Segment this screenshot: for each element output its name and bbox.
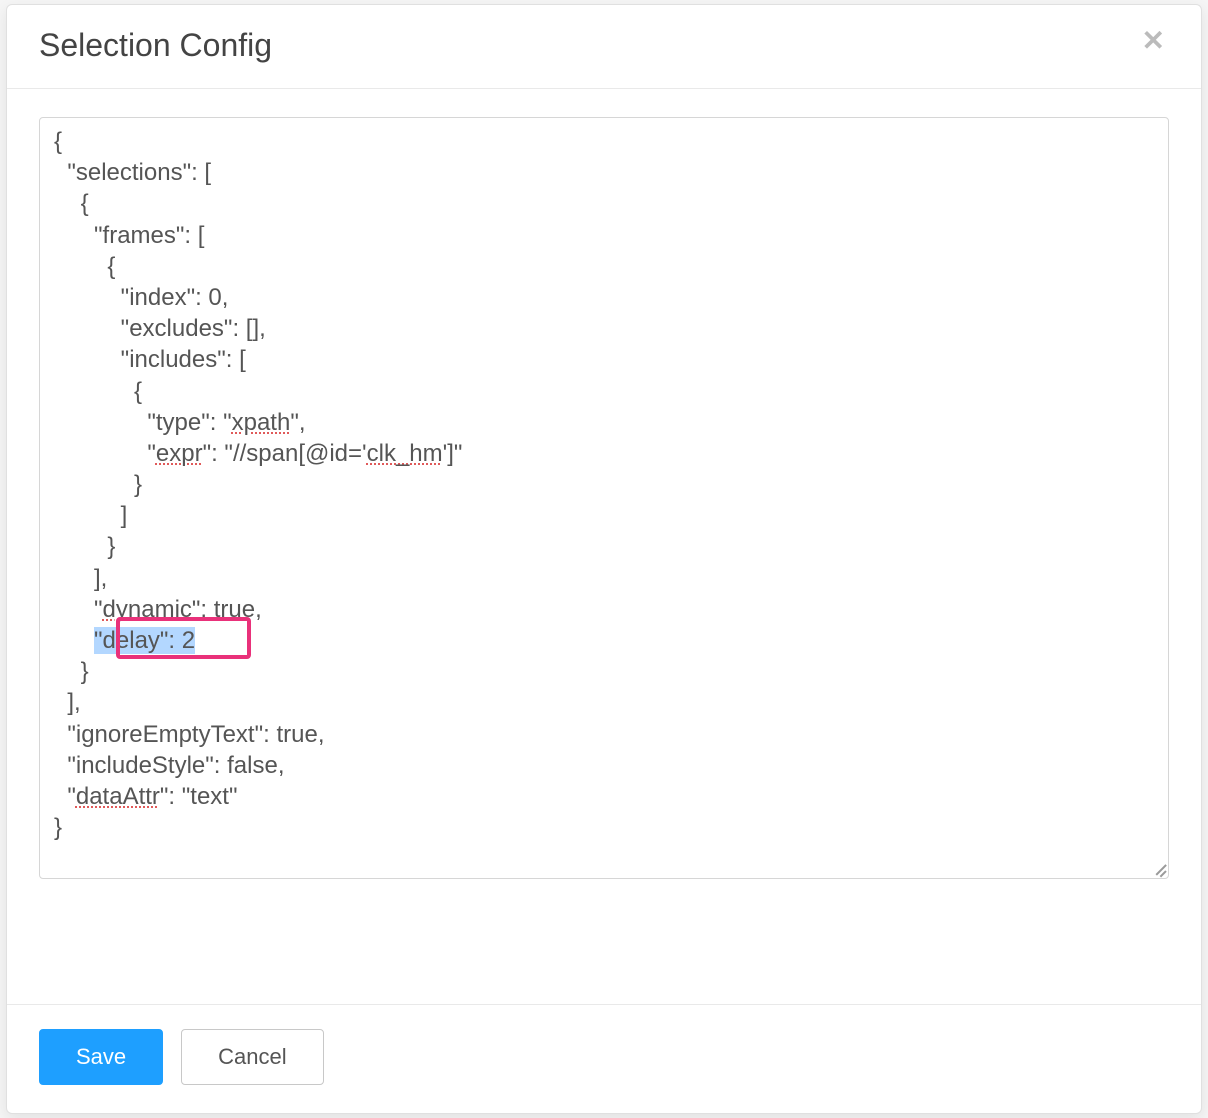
code-line: "frames": [: [54, 222, 204, 249]
code-token-clk-hm: clk_hm: [367, 440, 443, 467]
code-line: ": [54, 596, 103, 623]
code-line: ": [54, 783, 76, 810]
config-code-content[interactable]: { "selections": [ { "frames": [ { "index…: [40, 118, 1168, 879]
code-line: }: [54, 658, 89, 685]
code-token-xpath: xpath: [232, 409, 291, 436]
code-line: ": "text": [160, 783, 238, 810]
code-line: ": [54, 440, 156, 467]
code-line: ": "//span[@id=': [203, 440, 367, 467]
code-line: {: [54, 378, 142, 405]
save-button[interactable]: Save: [39, 1029, 163, 1085]
code-line: }: [54, 814, 62, 841]
code-line: "index": 0,: [54, 284, 228, 311]
modal-footer: Save Cancel: [7, 1004, 1201, 1113]
modal-title: Selection Config: [39, 27, 272, 64]
code-line: "selections": [: [54, 159, 211, 186]
code-line: ],: [54, 689, 81, 716]
code-line: ']": [443, 440, 463, 467]
code-line: ],: [54, 565, 107, 592]
selection-config-modal: Selection Config ✕ { "selections": [ { "…: [6, 4, 1202, 1114]
modal-body: { "selections": [ { "frames": [ { "index…: [7, 89, 1201, 1004]
code-line: }: [54, 471, 142, 498]
code-line: {: [54, 128, 62, 155]
code-token-dataattr: dataAttr: [76, 783, 160, 810]
code-line: "includes": [: [54, 346, 246, 373]
code-line: "excludes": [],: [54, 315, 266, 342]
code-line: "type": ": [54, 409, 232, 436]
code-line: "ignoreEmptyText": true,: [54, 721, 324, 748]
code-line: ": true,: [192, 596, 262, 623]
cancel-button[interactable]: Cancel: [181, 1029, 323, 1085]
code-selection-delay: "delay": 2: [94, 627, 195, 654]
code-line: {: [54, 190, 89, 217]
code-line: [54, 627, 94, 654]
code-line: ]: [54, 502, 127, 529]
code-line: ",: [290, 409, 305, 436]
modal-header: Selection Config ✕: [7, 5, 1201, 89]
code-line: {: [54, 253, 115, 280]
close-icon[interactable]: ✕: [1138, 27, 1169, 55]
config-textarea[interactable]: { "selections": [ { "frames": [ { "index…: [39, 117, 1169, 879]
code-line: }: [54, 533, 115, 560]
code-token-dynamic: dynamic: [103, 596, 192, 623]
code-line: "includeStyle": false,: [54, 752, 284, 779]
code-token-expr: expr: [156, 440, 203, 467]
